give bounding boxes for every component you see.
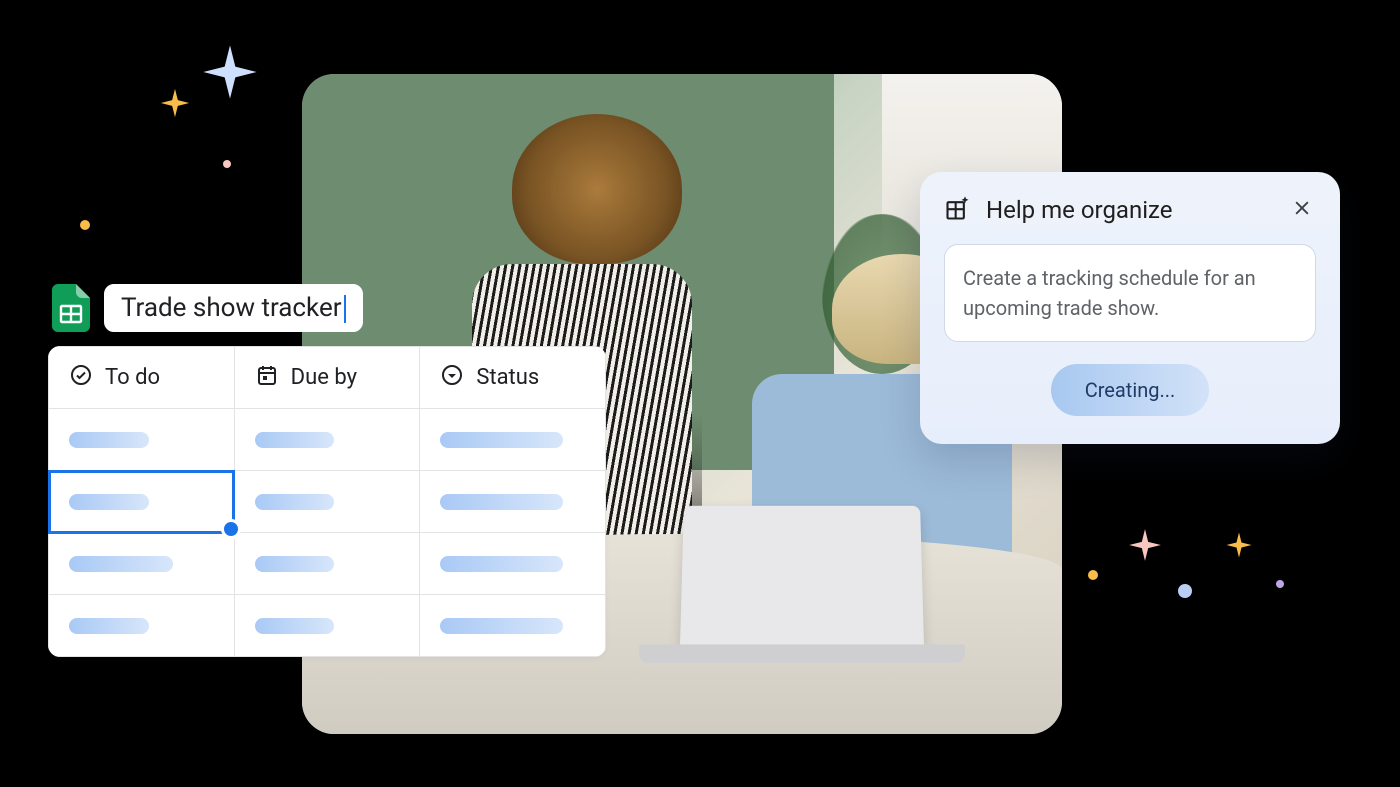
cell-placeholder (69, 432, 149, 448)
cell[interactable] (49, 533, 235, 595)
creating-button[interactable]: Creating... (1051, 364, 1210, 416)
cell-selected[interactable] (49, 471, 235, 533)
cell[interactable] (420, 471, 606, 533)
cell-placeholder (69, 556, 173, 572)
text-caret (344, 295, 346, 323)
organize-sparkle-icon (944, 194, 972, 226)
column-header-label: Status (476, 365, 539, 390)
help-me-organize-panel: Help me organize Create a tracking sched… (920, 172, 1340, 444)
document-title-text: Trade show tracker (121, 293, 342, 323)
cell[interactable] (234, 595, 420, 657)
decor-dot (80, 220, 90, 230)
column-header-dueby[interactable]: Due by (234, 347, 420, 409)
cell[interactable] (234, 533, 420, 595)
decor-dot (223, 160, 231, 168)
cell-placeholder (255, 494, 335, 510)
cell-placeholder (255, 432, 335, 448)
cell-placeholder (69, 494, 149, 510)
close-button[interactable] (1288, 196, 1316, 224)
check-circle-icon (69, 363, 93, 393)
sparkle-icon (158, 86, 192, 120)
google-sheets-icon (52, 284, 90, 332)
close-icon (1292, 198, 1312, 222)
cell-placeholder (69, 618, 149, 634)
cell-placeholder (440, 556, 563, 572)
calendar-icon (255, 363, 279, 393)
cell-placeholder (440, 618, 563, 634)
creating-button-label: Creating... (1085, 378, 1176, 402)
cell[interactable] (420, 409, 606, 471)
document-title-input[interactable]: Trade show tracker (104, 284, 363, 332)
decor-dot (1276, 580, 1284, 588)
column-header-status[interactable]: Status (420, 347, 606, 409)
decor-dot (1088, 570, 1098, 580)
cell[interactable] (49, 595, 235, 657)
cell-placeholder (440, 494, 563, 510)
cell[interactable] (234, 409, 420, 471)
column-header-todo[interactable]: To do (49, 347, 235, 409)
dropdown-circle-icon (440, 363, 464, 393)
column-header-label: Due by (291, 365, 357, 390)
decor-dot (1178, 584, 1192, 598)
cell[interactable] (234, 471, 420, 533)
spreadsheet-grid[interactable]: To do Due by S (48, 346, 606, 657)
cell[interactable] (420, 533, 606, 595)
prompt-input[interactable]: Create a tracking schedule for an upcomi… (944, 244, 1316, 342)
cell[interactable] (420, 595, 606, 657)
cell-placeholder (440, 432, 563, 448)
panel-title: Help me organize (986, 196, 1274, 224)
cell-placeholder (255, 618, 335, 634)
sparkle-icon (1126, 526, 1164, 564)
cell-placeholder (255, 556, 335, 572)
prompt-text: Create a tracking schedule for an upcomi… (963, 266, 1256, 320)
column-header-label: To do (105, 365, 160, 390)
sparkle-icon (1224, 530, 1254, 560)
sparkle-icon (198, 40, 262, 104)
cell[interactable] (49, 409, 235, 471)
